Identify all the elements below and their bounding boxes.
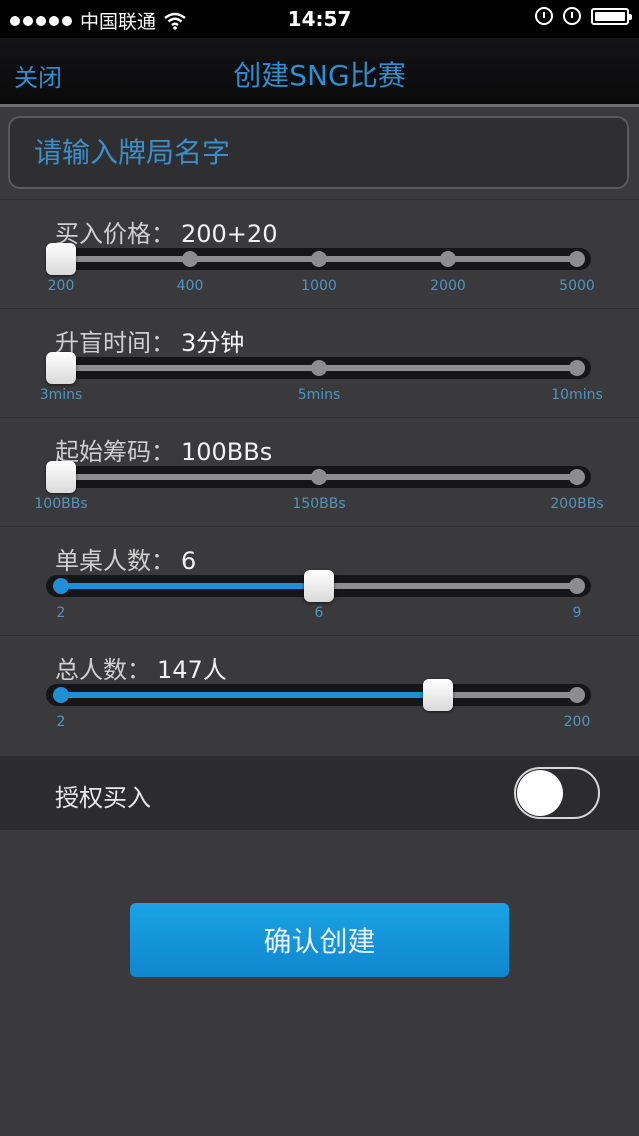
starting-chips-slider-row: 起始筹码： 100BBs 100BBs 150BBs 200BBs [0, 417, 639, 526]
players-per-table-slider-row: 单桌人数： 6 2 6 9 [0, 526, 639, 635]
tick-label: 400 [176, 278, 204, 294]
tick-label: 3mins [39, 387, 83, 403]
authorize-buyin-row: 授权买入 [0, 756, 639, 830]
slider-label: 起始筹码： 100BBs [55, 438, 273, 466]
authorize-buyin-label: 授权买入 [55, 784, 151, 812]
confirm-create-button[interactable]: 确认创建 [130, 903, 509, 977]
tick-label: 2 [56, 605, 66, 621]
tick-label: 2000 [430, 278, 466, 294]
rotation-lock-icon [535, 7, 553, 25]
toggle-knob [517, 770, 563, 816]
authorize-buyin-toggle[interactable] [514, 767, 600, 819]
game-name-input[interactable] [8, 116, 629, 189]
tick-label: 200BBs [550, 496, 604, 512]
starting-chips-slider-thumb[interactable] [46, 461, 76, 493]
slider-stop[interactable] [311, 469, 327, 485]
slider-stop[interactable] [53, 687, 69, 703]
slider-value: 147人 [157, 656, 227, 684]
slider-label: 升盲时间： 3分钟 [55, 329, 245, 357]
slider-stop[interactable] [569, 360, 585, 376]
tick-label: 2 [56, 714, 66, 730]
players-per-table-slider-thumb[interactable] [304, 570, 334, 602]
total-players-slider-thumb[interactable] [422, 679, 453, 711]
slider-value: 100BBs [181, 438, 273, 466]
status-right [535, 7, 632, 25]
status-bar: 中国联通 14:57 [0, 0, 639, 38]
page-title: 创建SNG比赛 [233, 59, 406, 92]
slider-stop[interactable] [569, 469, 585, 485]
slider-stop[interactable] [569, 687, 585, 703]
slider-stop[interactable] [311, 251, 327, 267]
buyin-slider-thumb[interactable] [46, 243, 76, 275]
slider-stop[interactable] [53, 578, 69, 594]
tick-label: 5000 [559, 278, 595, 294]
slider-stop[interactable] [182, 251, 198, 267]
nav-bar: 关闭 创建SNG比赛 [0, 38, 639, 107]
slider-label: 总人数： 147人 [55, 656, 227, 684]
tick-label: 100BBs [34, 496, 88, 512]
tick-label: 1000 [301, 278, 337, 294]
slider-fill [60, 692, 437, 698]
slider-stop[interactable] [440, 251, 456, 267]
slider-stop[interactable] [569, 251, 585, 267]
battery-icon [591, 7, 632, 25]
slider-value: 200+20 [181, 220, 278, 248]
tick-label: 10mins [551, 387, 603, 403]
slider-label: 买入价格： 200+20 [55, 220, 278, 248]
tick-label: 5mins [297, 387, 341, 403]
slider-value: 3分钟 [181, 329, 245, 357]
slider-value: 6 [181, 547, 197, 575]
tick-label: 200 [563, 714, 591, 730]
tick-label: 6 [314, 605, 324, 621]
slider-stop[interactable] [569, 578, 585, 594]
slider-label: 单桌人数： 6 [55, 547, 197, 575]
tick-label: 150BBs [292, 496, 346, 512]
alarm-icon [563, 7, 581, 25]
tick-label: 9 [572, 605, 582, 621]
tick-label: 200 [47, 278, 75, 294]
slider-stop[interactable] [311, 360, 327, 376]
buyin-price-slider-row: 买入价格： 200+20 200 400 1000 2000 5000 [0, 199, 639, 308]
blind-time-slider-row: 升盲时间： 3分钟 3mins 5mins 10mins [0, 308, 639, 417]
blind-time-slider-thumb[interactable] [46, 352, 76, 384]
slider-fill [60, 583, 318, 589]
total-players-slider-row: 总人数： 147人 2 200 [0, 635, 639, 744]
